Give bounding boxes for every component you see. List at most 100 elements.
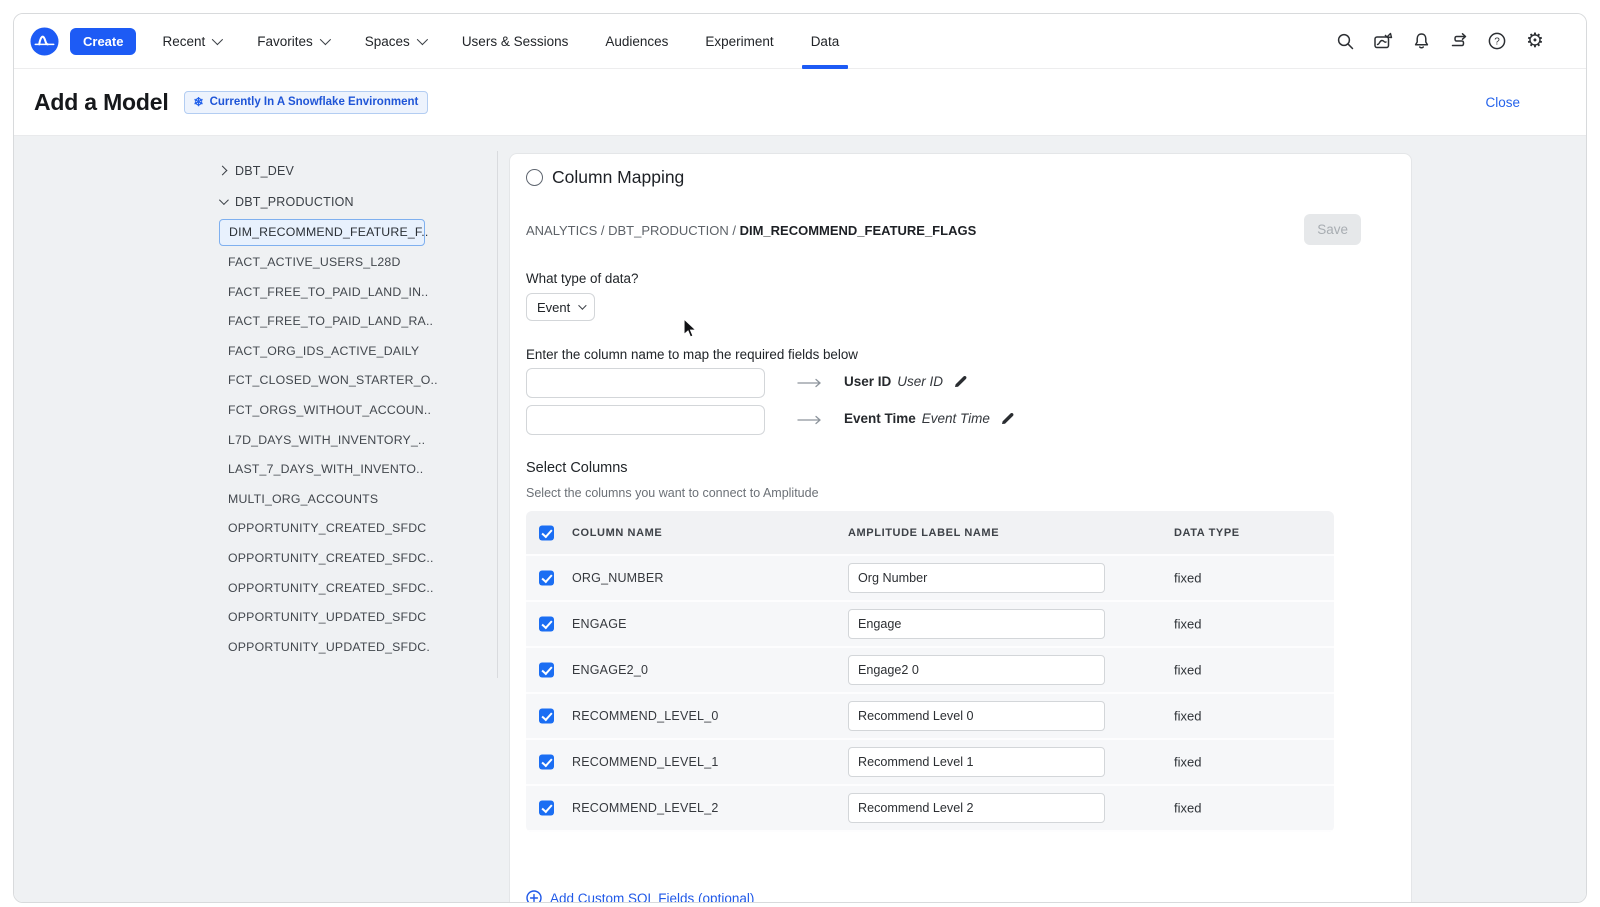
- chevron-down-icon: [212, 33, 224, 46]
- search-icon[interactable]: [1334, 30, 1356, 52]
- nav-item-label: Audiences: [605, 33, 669, 49]
- column-mapping-radio[interactable]: [526, 169, 543, 186]
- user-id-column-input[interactable]: [526, 368, 765, 398]
- table-row: ORG_NUMBER fixed: [526, 556, 1334, 602]
- user-id-field-label: User ID User ID: [844, 374, 968, 389]
- data-type-question: What type of data?: [526, 271, 639, 286]
- tree-item[interactable]: L7D_DAYS_WITH_INVENTORY_..: [14, 426, 497, 456]
- chevron-down-icon: [319, 33, 331, 46]
- svg-text:?: ?: [1494, 37, 1500, 48]
- data-type-value: Event: [537, 299, 571, 315]
- amplitude-label-input[interactable]: [848, 655, 1105, 685]
- edit-pencil-icon[interactable]: [953, 374, 968, 389]
- amplitude-label-input[interactable]: [848, 747, 1105, 777]
- select-columns-title: Select Columns: [526, 460, 628, 476]
- field-name: Event Time: [844, 411, 916, 426]
- table-row: ENGAGE2_0 fixed: [526, 648, 1334, 694]
- tree-item[interactable]: MULTI_ORG_ACCOUNTS: [14, 485, 497, 515]
- column-name-cell: ORG_NUMBER: [572, 571, 664, 585]
- data-type-cell: fixed: [1174, 708, 1202, 724]
- column-header: AMPLITUDE LABEL NAME: [848, 526, 1000, 539]
- add-custom-sql-link[interactable]: Add Custom SQL Fields (optional): [526, 890, 755, 903]
- close-button[interactable]: Close: [1485, 95, 1520, 110]
- circle-plus-icon: [526, 890, 542, 902]
- table-row: ENGAGE fixed: [526, 602, 1334, 648]
- event-time-field-label: Event Time Event Time: [844, 411, 1015, 426]
- page-title: Add a Model: [34, 88, 169, 115]
- nav-item-label: Data: [810, 33, 840, 49]
- tree-item[interactable]: OPPORTUNITY_UPDATED_SFDC.: [14, 633, 497, 663]
- tree-item[interactable]: OPPORTUNITY_CREATED_SFDC..: [14, 544, 497, 574]
- table-row: RECOMMEND_LEVEL_2 fixed: [526, 786, 1334, 832]
- snowflake-icon: ❄: [193, 95, 204, 109]
- tree-item[interactable]: FACT_ACTIVE_USERS_L28D: [14, 248, 497, 278]
- table-header-row: COLUMN NAME AMPLITUDE LABEL NAME DATA TY…: [526, 511, 1334, 556]
- create-button[interactable]: Create: [70, 27, 137, 55]
- environment-badge-label: Currently In A Snowflake Environment: [209, 96, 419, 108]
- tree-item[interactable]: FCT_CLOSED_WON_STARTER_O..: [14, 366, 497, 396]
- column-name-cell: RECOMMEND_LEVEL_1: [572, 755, 719, 769]
- tree-item[interactable]: FCT_ORGS_WITHOUT_ACCOUN..: [14, 396, 497, 426]
- row-checkbox[interactable]: [539, 754, 554, 770]
- top-navbar: Create Recent Favorites Spaces Users & S…: [14, 14, 1586, 69]
- edit-pencil-icon[interactable]: [1000, 411, 1015, 426]
- amplitude-label-input[interactable]: [848, 563, 1105, 593]
- nav-item-label: Users & Sessions: [461, 33, 569, 49]
- chevron-down-icon: [578, 301, 587, 310]
- row-checkbox[interactable]: [539, 662, 554, 678]
- row-checkbox[interactable]: [539, 616, 554, 632]
- field-name: User ID: [844, 374, 892, 389]
- table-row: RECOMMEND_LEVEL_0 fixed: [526, 694, 1334, 740]
- tree-item[interactable]: FACT_FREE_TO_PAID_LAND_IN..: [14, 278, 497, 308]
- tree-item[interactable]: FACT_FREE_TO_PAID_LAND_RA..: [14, 307, 497, 337]
- tree-item[interactable]: FACT_ORG_IDS_ACTIVE_DAILY: [14, 337, 497, 367]
- data-type-cell: fixed: [1174, 616, 1202, 632]
- tree-item[interactable]: LAST_7_DAYS_WITH_INVENTO..: [14, 455, 497, 485]
- tree-item[interactable]: OPPORTUNITY_CREATED_SFDC: [14, 514, 497, 544]
- row-checkbox[interactable]: [539, 570, 554, 586]
- nav-item-label: Favorites: [257, 33, 313, 49]
- chevron-right-icon: [217, 165, 228, 176]
- row-checkbox[interactable]: [539, 708, 554, 724]
- breadcrumb: ANALYTICS / DBT_PRODUCTION / DIM_RECOMME…: [526, 223, 976, 238]
- column-header: COLUMN NAME: [572, 526, 663, 539]
- tree-group-dbt-production[interactable]: DBT_PRODUCTION: [14, 186, 497, 217]
- select-all-checkbox[interactable]: [539, 525, 554, 540]
- amplitude-label-input[interactable]: [848, 609, 1105, 639]
- nav-item-recent[interactable]: Recent: [162, 14, 224, 69]
- nav-item-favorites[interactable]: Favorites: [257, 14, 331, 69]
- settings-gear-icon[interactable]: ⚙: [1524, 30, 1546, 52]
- help-icon[interactable]: ?: [1486, 30, 1508, 52]
- app-window: Create Recent Favorites Spaces Users & S…: [13, 13, 1587, 903]
- data-type-dropdown[interactable]: Event: [526, 293, 596, 321]
- column-name-cell: ENGAGE: [572, 617, 627, 631]
- add-custom-sql-label: Add Custom SQL Fields (optional): [550, 890, 755, 903]
- chevron-down-icon: [218, 195, 229, 206]
- tree-item[interactable]: OPPORTUNITY_UPDATED_SFDC: [14, 603, 497, 633]
- tree-item[interactable]: OPPORTUNITY_CREATED_SFDC..: [14, 574, 497, 604]
- amplitude-logo-icon[interactable]: [30, 26, 59, 56]
- nav-item-spaces[interactable]: Spaces: [365, 14, 428, 69]
- column-header: DATA TYPE: [1174, 526, 1240, 539]
- event-time-column-input[interactable]: [526, 405, 765, 435]
- page-header: Add a Model ❄ Currently In A Snowflake E…: [14, 69, 1586, 136]
- amplitude-label-input[interactable]: [848, 701, 1105, 731]
- tree-item-selected[interactable]: DIM_RECOMMEND_FEATURE_F..: [219, 219, 428, 246]
- nav-item-data[interactable]: Data: [801, 14, 848, 69]
- bell-icon[interactable]: [1410, 30, 1432, 52]
- table-row: RECOMMEND_LEVEL_1 fixed: [526, 740, 1334, 786]
- row-checkbox[interactable]: [539, 800, 554, 816]
- save-button[interactable]: Save: [1304, 214, 1361, 245]
- nav-item-users-sessions[interactable]: Users & Sessions: [462, 14, 569, 69]
- nav-item-audiences[interactable]: Audiences: [605, 14, 668, 69]
- column-name-cell: RECOMMEND_LEVEL_0: [572, 709, 719, 723]
- tree-group-dbt-dev[interactable]: DBT_DEV: [14, 155, 497, 186]
- chart-icon[interactable]: [1372, 30, 1394, 52]
- amplitude-label-input[interactable]: [848, 793, 1105, 823]
- tree-group-label: DBT_DEV: [235, 163, 295, 178]
- app-body: DBT_DEV DBT_PRODUCTION DIM_RECOMMEND_FEA…: [14, 136, 1586, 903]
- connections-icon[interactable]: [1448, 30, 1470, 52]
- nav-item-label: Recent: [162, 33, 206, 49]
- nav-item-experiment[interactable]: Experiment: [705, 14, 773, 69]
- tree-group-label: DBT_PRODUCTION: [235, 194, 354, 209]
